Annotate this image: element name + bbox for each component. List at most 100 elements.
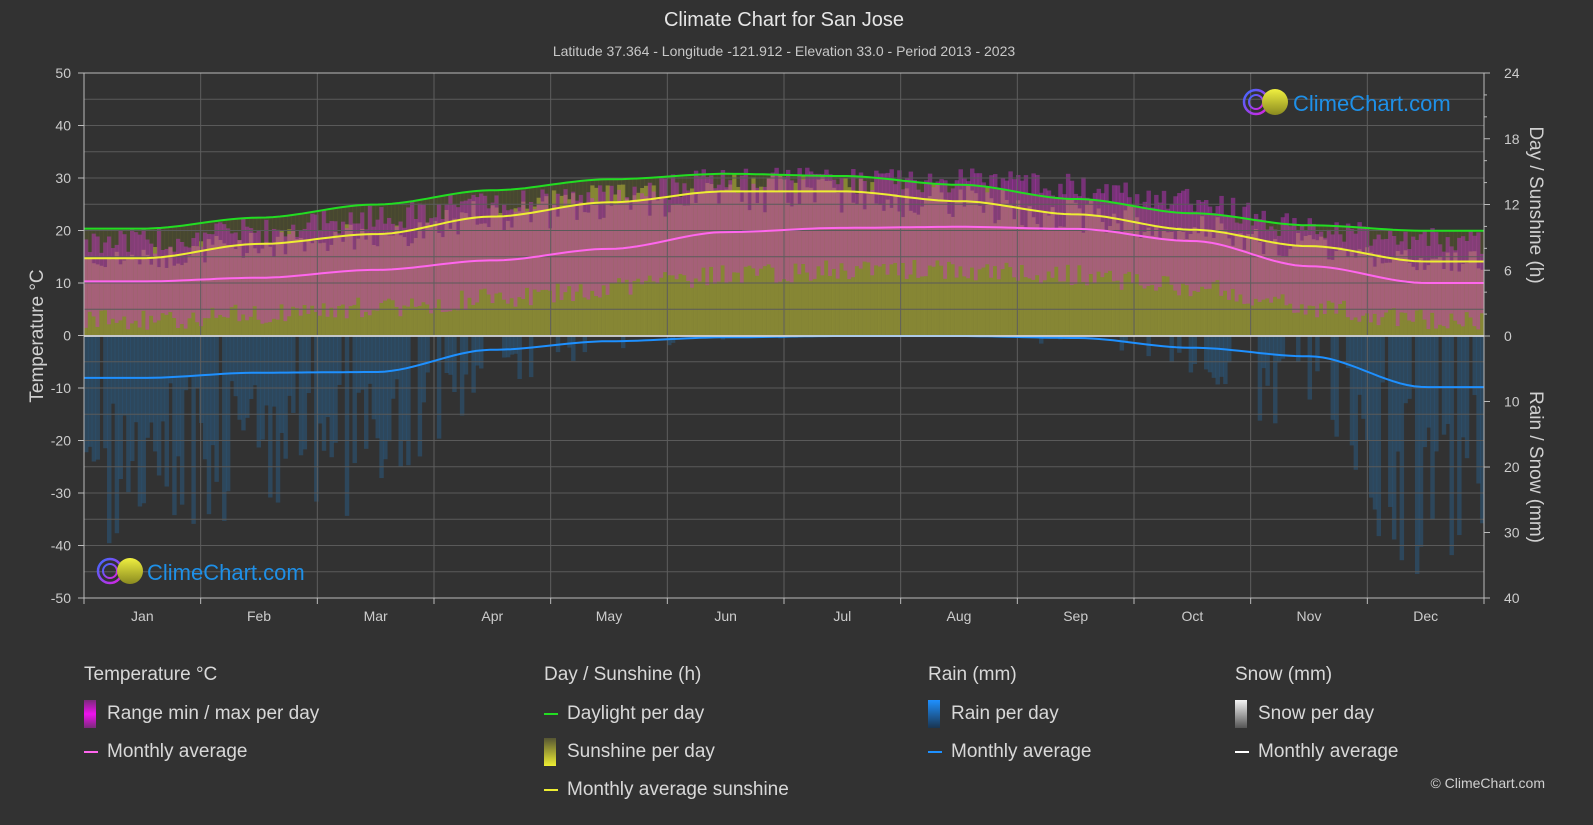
temp-range-bar [1376, 234, 1382, 326]
temp-range-bar [1031, 173, 1036, 280]
temp-range-bar [601, 191, 607, 286]
rain-bar [505, 336, 511, 358]
temp-range-bar [486, 208, 492, 295]
rain-bar [417, 336, 423, 457]
temp-range-bar [816, 173, 822, 267]
temp-range-bar [1042, 188, 1048, 281]
copyright[interactable]: © ClimeChart.com [1430, 775, 1545, 791]
temp-range-bar [1426, 245, 1431, 330]
rain-bar [387, 336, 392, 442]
logo-top-right[interactable]: ClimeChart.com [1242, 88, 1451, 116]
temp-range-bar [670, 174, 676, 276]
rain-bar [241, 336, 246, 431]
temp-range-bar [720, 170, 726, 266]
temp-range-bar [1157, 202, 1163, 288]
temp-range-bar [1207, 206, 1213, 289]
temp-range-bar [103, 242, 108, 311]
rain-bar [1177, 336, 1182, 353]
legend-label: Monthly average [951, 741, 1092, 762]
legend-label: Monthly average [107, 741, 248, 762]
temp-range-bar [122, 234, 127, 317]
rain-bar [1223, 336, 1228, 385]
y-axis-label-sunshine: Day / Sunshine (h) [1525, 126, 1546, 283]
temp-range-bar [494, 195, 499, 294]
legend-label: Rain per day [951, 703, 1059, 724]
temp-range-bar [1434, 232, 1439, 329]
temp-range-bar [172, 251, 177, 319]
temp-range-bar [245, 226, 250, 321]
legend-item-snow: Snow per day [1235, 700, 1398, 728]
rain-bar [256, 336, 262, 448]
temp-range-bar [310, 213, 315, 306]
temp-range-bar [678, 196, 683, 274]
y-tick-label-right-sunshine: 0 [1504, 328, 1512, 344]
temp-range-bar [709, 175, 714, 267]
rain-bar [210, 336, 216, 446]
temp-range-bar [233, 232, 239, 305]
temp-range-bar [797, 168, 802, 275]
x-tick-label: Aug [947, 608, 972, 624]
legend-rain: Rain (mm) Rain per day Monthly average [928, 664, 1091, 778]
rain-bar [360, 336, 365, 390]
temp-range-bar [1142, 201, 1148, 289]
legend-label: Monthly average sunshine [567, 779, 789, 800]
temp-range-bar [1464, 240, 1470, 313]
rain-bar [1207, 336, 1213, 373]
rain-bar [571, 336, 576, 361]
temp-range-bar [463, 200, 469, 310]
y-tick-label-right-rain: 20 [1504, 459, 1520, 475]
temp-range-bar [1361, 226, 1366, 316]
rain-bar [145, 336, 150, 438]
x-tick-label: Feb [247, 608, 271, 624]
rain-bar [1211, 336, 1217, 378]
rain-swatch [928, 700, 940, 728]
rain-bar [1146, 336, 1151, 357]
rain-bar [1368, 336, 1374, 498]
legend-heading: Temperature °C [84, 664, 218, 685]
temp-range-bar [1131, 206, 1136, 284]
rain-bar [264, 336, 269, 406]
y-tick-label-left: -10 [51, 380, 71, 396]
temp-range-bar [1138, 206, 1144, 286]
temp-range-bar [1414, 239, 1420, 311]
rain-bar [375, 336, 380, 439]
temp-range-bar [371, 226, 377, 311]
temp-range-bar [1476, 232, 1481, 330]
x-tick-label: Oct [1181, 608, 1203, 624]
rain-bar [444, 336, 449, 373]
temp-range-bar [889, 169, 894, 265]
temp-range-bar [743, 168, 749, 267]
temp-range-bar [475, 197, 480, 303]
rain-bar [1219, 336, 1224, 377]
temp-range-bar [394, 226, 400, 307]
temp-range-bar [1384, 238, 1389, 313]
temp-range-bar [1265, 229, 1270, 299]
temp-range-bar [943, 180, 948, 279]
temp-range-bar [1261, 210, 1266, 300]
temp-range-bar [785, 169, 791, 282]
temp-range-bar [502, 204, 507, 300]
rain-bar [356, 336, 361, 393]
rain-bar [1330, 336, 1336, 420]
temp-avg-swatch [84, 751, 98, 753]
temp-range-bar [444, 204, 449, 312]
logo-bottom-left[interactable]: ClimeChart.com [96, 557, 305, 585]
temp-range-bar [222, 224, 227, 317]
temp-range-bar [693, 170, 699, 279]
temp-range-bar [149, 243, 154, 316]
temp-range-bar [141, 228, 146, 311]
y-tick-label-left: 30 [55, 170, 71, 186]
rain-bar [1418, 336, 1424, 547]
rain-bar [1395, 336, 1401, 452]
climate-chart: 50 40 30 20 10 0 -10 -20 -30 -40 -50 24 18 12 6 0 10 20 30… [27, 65, 1546, 624]
temp-range-bar [532, 209, 538, 290]
temp-range-bar [436, 204, 442, 300]
temp-range-bar [659, 176, 664, 278]
temp-range-bar [1008, 171, 1013, 268]
temp-range-bar [1276, 235, 1282, 299]
rain-bar [160, 336, 166, 422]
temp-range-bar [713, 188, 718, 284]
rain-bar [1307, 336, 1312, 400]
temp-range-bar [528, 202, 534, 306]
rain-bar [191, 336, 196, 524]
